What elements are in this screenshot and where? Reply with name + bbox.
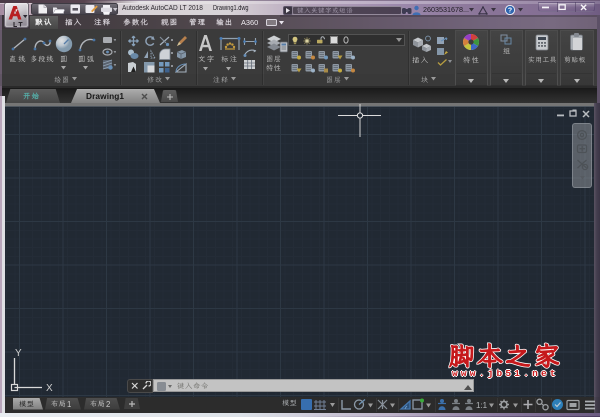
svg-text:X: X: [46, 383, 53, 392]
svg-text:1:1: 1:1: [476, 401, 488, 410]
svg-text:Y: Y: [15, 348, 22, 359]
svg-text:?: ?: [508, 8, 512, 15]
